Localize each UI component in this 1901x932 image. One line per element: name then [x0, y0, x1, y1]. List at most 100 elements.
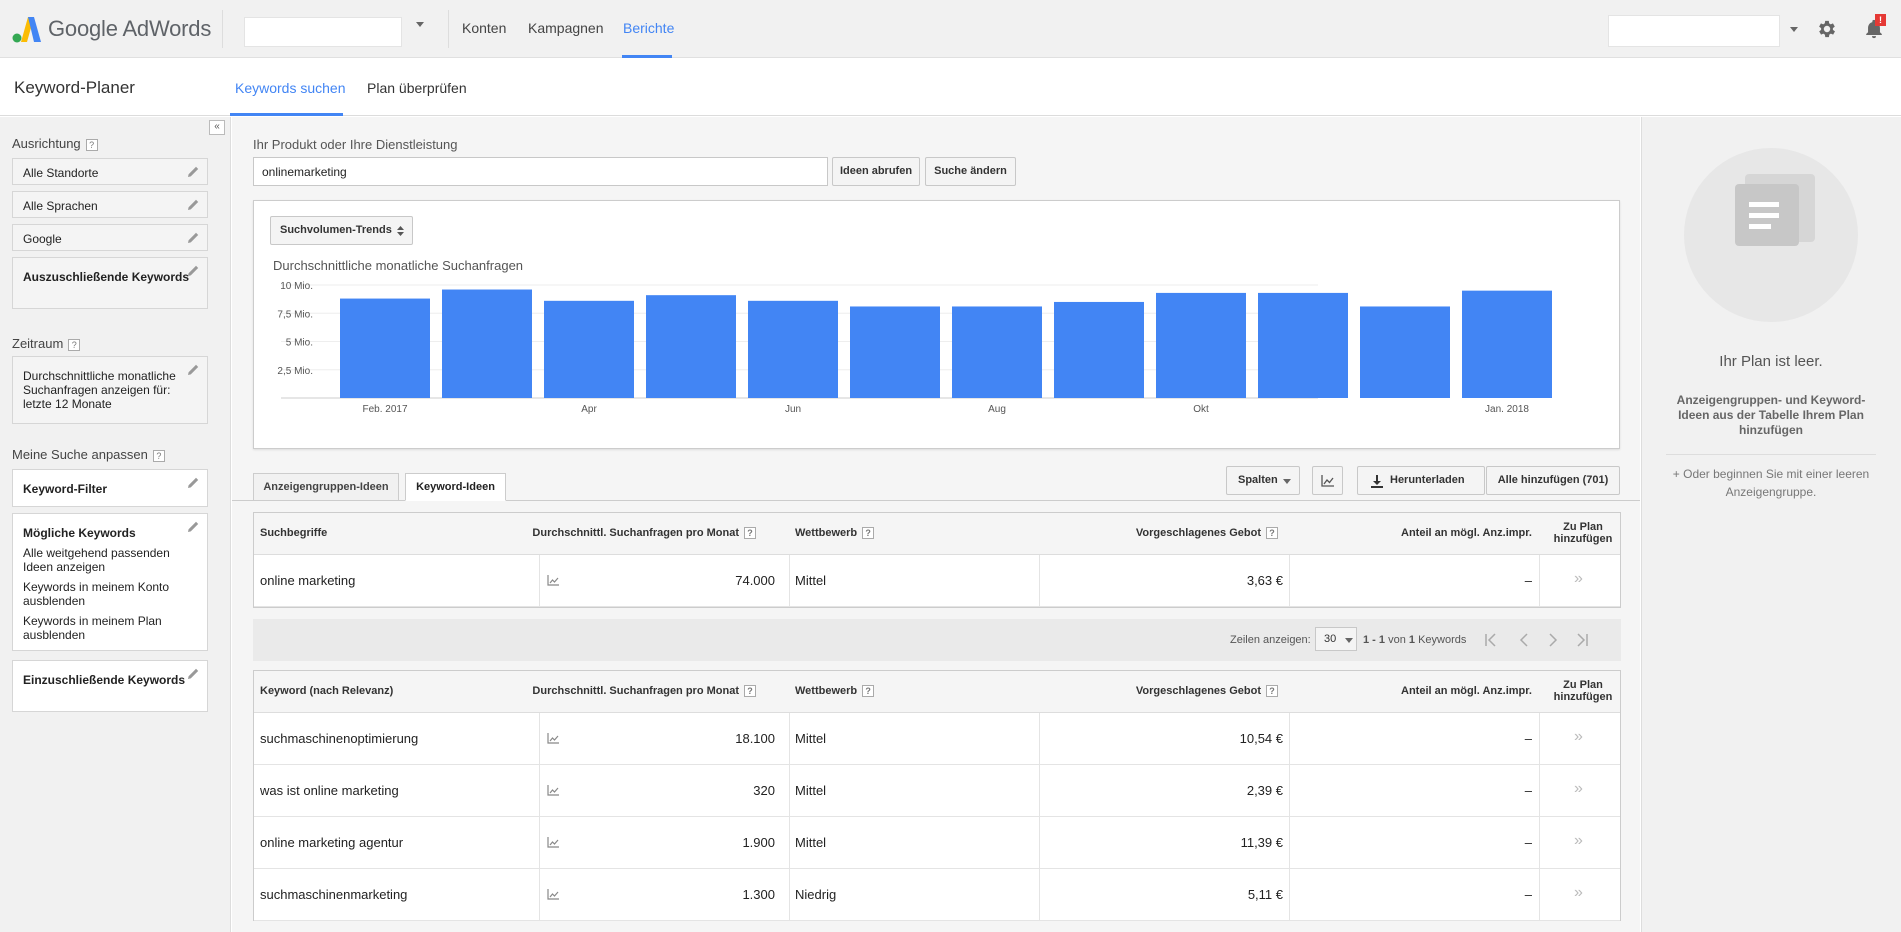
add-to-plan-icon[interactable]: »	[1574, 780, 1583, 798]
column-header[interactable]: Anteil an mögl. Anz.impr.	[1401, 685, 1532, 697]
add-to-plan-icon[interactable]: »	[1574, 728, 1583, 746]
nav-tab-berichte[interactable]: Berichte	[623, 20, 674, 36]
divider	[1539, 817, 1540, 868]
chevron-down-icon[interactable]	[1790, 27, 1798, 32]
modify-search-button[interactable]: Suche ändern	[925, 157, 1016, 186]
customer-selector[interactable]	[1608, 15, 1780, 47]
chart-bar[interactable]	[646, 295, 736, 398]
trend-icon[interactable]	[547, 889, 559, 900]
language-setting[interactable]: Alle Sprachen	[12, 191, 208, 218]
chart-bar[interactable]	[1156, 292, 1246, 398]
help-icon[interactable]: ?	[744, 685, 756, 698]
tab-keywords-suchen[interactable]: Keywords suchen	[235, 80, 346, 96]
column-header[interactable]: Wettbewerb?	[795, 685, 875, 698]
column-header[interactable]: Suchbegriffe	[260, 527, 327, 539]
column-header-label: Vorgeschlagenes Gebot	[1135, 685, 1261, 697]
next-page-icon[interactable]	[1546, 633, 1560, 647]
get-ideas-button[interactable]: Ideen abrufen	[832, 157, 920, 186]
tab-plan-ueberpruefen[interactable]: Plan überprüfen	[367, 80, 467, 96]
help-icon[interactable]: ?	[862, 527, 875, 540]
column-header[interactable]: Keyword (nach Relevanz)	[260, 685, 393, 697]
keyword-filter-setting[interactable]: Keyword-Filter	[12, 469, 208, 507]
keyword-options-setting[interactable]: Mögliche Keywords Alle weitgehend passen…	[12, 513, 208, 651]
chart-bar[interactable]	[442, 289, 532, 398]
column-header[interactable]: Vorgeschlagenes Gebot?	[1136, 527, 1278, 540]
product-search-input[interactable]: onlinemarketing	[253, 157, 828, 186]
account-selector[interactable]	[244, 17, 402, 47]
chart-bar[interactable]	[1360, 306, 1450, 398]
column-header[interactable]: Durchschnittl. Suchanfragen pro Monat?	[532, 685, 756, 698]
divider	[1039, 555, 1040, 606]
trend-icon[interactable]	[547, 837, 559, 848]
tab-adgroup-ideas[interactable]: Anzeigengruppen-Ideen	[253, 473, 399, 501]
chart-bar[interactable]	[1054, 301, 1144, 398]
nav-tab-konten[interactable]: Konten	[462, 20, 506, 36]
pencil-icon[interactable]	[187, 232, 199, 244]
new-adgroup-link[interactable]: + Oder beginnen Sie mit einer leeren Anz…	[1666, 465, 1876, 501]
trend-icon[interactable]	[547, 733, 559, 744]
pencil-icon[interactable]	[187, 166, 199, 178]
pencil-icon[interactable]	[187, 668, 199, 680]
help-icon[interactable]: ?	[862, 685, 875, 698]
download-button[interactable]: Herunterladen	[1357, 466, 1485, 495]
add-all-button[interactable]: Alle hinzufügen (701)	[1486, 466, 1620, 495]
language-label: Alle Sprachen	[23, 199, 98, 213]
keyword-filter-label: Keyword-Filter	[23, 482, 108, 496]
help-icon[interactable]: ?	[85, 138, 98, 151]
avg-searches: 1.900	[742, 835, 775, 850]
trend-icon[interactable]	[547, 575, 559, 586]
pencil-icon[interactable]	[187, 477, 199, 489]
include-keywords-setting[interactable]: Einzuschließende Keywords	[12, 660, 208, 712]
chart-bar[interactable]	[544, 300, 634, 398]
trend-icon[interactable]	[547, 785, 559, 796]
last-page-icon[interactable]	[1575, 633, 1589, 647]
chart-bar[interactable]	[1462, 290, 1552, 398]
competition: Mittel	[795, 573, 827, 588]
add-to-plan-icon[interactable]: »	[1574, 884, 1583, 902]
network-setting[interactable]: Google	[12, 224, 208, 251]
negative-keywords-setting[interactable]: Auszuschließende Keywords	[12, 257, 208, 309]
column-header[interactable]: Vorgeschlagenes Gebot?	[1135, 685, 1278, 698]
column-header-label: Durchschnittl. Suchanfragen pro Monat	[532, 527, 739, 539]
pencil-icon[interactable]	[187, 199, 199, 211]
chevron-down-icon[interactable]	[416, 22, 424, 27]
pencil-icon[interactable]	[187, 265, 199, 277]
text-line-icon	[1749, 202, 1779, 207]
gear-icon[interactable]	[1816, 18, 1838, 40]
date-range-setting[interactable]: Durchschnittliche monatliche Suchanfrage…	[12, 356, 208, 424]
help-icon[interactable]: ?	[1266, 685, 1278, 698]
pencil-icon[interactable]	[187, 521, 199, 533]
add-to-plan-icon[interactable]: »	[1574, 570, 1583, 588]
chart-bar[interactable]	[952, 306, 1042, 398]
chevron-down-icon	[1345, 638, 1353, 643]
column-header[interactable]: Anteil an mögl. Anz.impr.	[1401, 527, 1532, 539]
first-page-icon[interactable]	[1484, 633, 1498, 647]
chart-bar[interactable]	[748, 300, 838, 398]
previous-page-icon[interactable]	[1517, 633, 1531, 647]
location-setting[interactable]: Alle Standorte	[12, 158, 208, 185]
pencil-icon[interactable]	[187, 364, 199, 376]
nav-tab-kampagnen[interactable]: Kampagnen	[528, 20, 604, 36]
tab-keyword-ideas[interactable]: Keyword-Ideen	[405, 473, 506, 501]
chart-type-dropdown[interactable]: Suchvolumen-Trends	[270, 216, 413, 245]
divider	[1039, 817, 1040, 868]
chart-toggle-button[interactable]	[1312, 466, 1343, 495]
add-to-plan-icon[interactable]: »	[1574, 832, 1583, 850]
help-icon[interactable]: ?	[68, 338, 81, 351]
divider	[1666, 454, 1876, 455]
help-icon[interactable]: ?	[1266, 527, 1278, 540]
help-icon[interactable]: ?	[744, 527, 756, 540]
chart-bar[interactable]	[850, 306, 940, 398]
chart-bar[interactable]	[340, 298, 430, 398]
chart-bar[interactable]	[1258, 292, 1348, 398]
page-title: Keyword-Planer	[14, 78, 135, 97]
search-terms-table: Suchbegriffe Durchschnittl. Suchanfragen…	[253, 512, 1621, 608]
rows-per-page-select[interactable]: 30	[1315, 627, 1357, 651]
collapse-sidebar-button[interactable]: «	[209, 120, 225, 135]
columns-button[interactable]: Spalten	[1226, 466, 1300, 495]
location-label: Alle Standorte	[23, 166, 99, 180]
help-icon[interactable]: ?	[152, 449, 165, 462]
column-header[interactable]: Wettbewerb?	[795, 527, 875, 540]
adwords-logo[interactable]: Google AdWords	[12, 14, 211, 44]
column-header[interactable]: Durchschnittl. Suchanfragen pro Monat?	[532, 527, 756, 540]
